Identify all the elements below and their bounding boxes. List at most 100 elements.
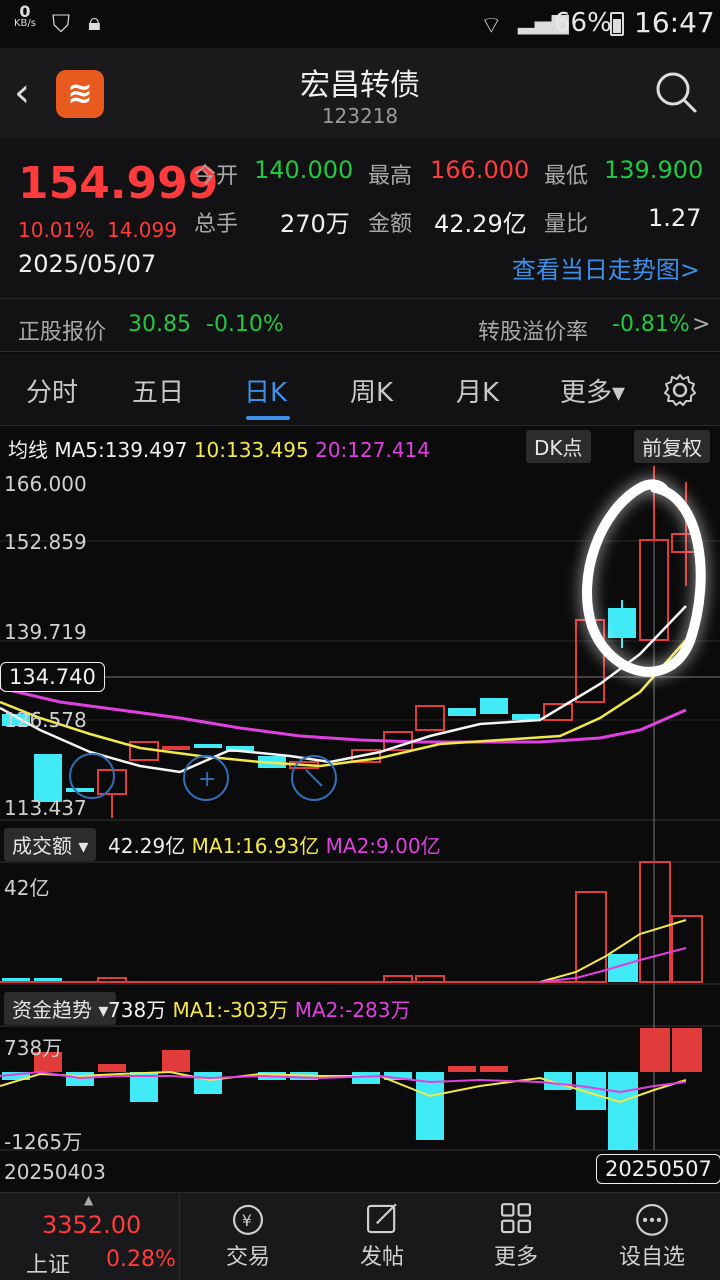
flow-bar: [162, 1050, 190, 1072]
flow-bar: [480, 1066, 508, 1072]
open-label: 今开: [194, 164, 239, 189]
lock-icon: 🔒︎: [88, 8, 101, 36]
shield-icon: ⛉: [52, 10, 70, 38]
tab-monthly-k[interactable]: 月K: [456, 372, 499, 409]
tab-more[interactable]: 更多▾: [560, 372, 625, 409]
volume-ma1: MA1:16.93亿: [191, 834, 320, 858]
tab-daily-k[interactable]: 日K: [244, 372, 287, 409]
volume-value: 270万: [280, 210, 350, 238]
page-title: 宏昌转债: [300, 68, 420, 103]
battery-icon: [610, 12, 624, 36]
caret-up-icon: ▲: [84, 1193, 94, 1207]
gear-icon[interactable]: [662, 372, 698, 408]
flow-bar: [672, 1028, 702, 1072]
tab-weekly-k[interactable]: 周K: [350, 372, 393, 409]
quote-panel: 154.999 10.01% 14.099 2025/05/07 今开 140.…: [0, 138, 720, 352]
candle: [66, 788, 94, 792]
high-label: 最高: [368, 164, 413, 189]
ma20-line: [0, 686, 687, 744]
change-percent: 10.01%: [18, 218, 95, 242]
battery-percent: 66%: [554, 8, 612, 38]
crosshair-date-badge: 20250507: [596, 1154, 720, 1184]
flow-bar: [98, 1064, 126, 1072]
intraday-chart-link[interactable]: 查看当日走势图>: [512, 250, 700, 285]
stock-change-value: -0.10%: [206, 312, 284, 337]
amount-label: 金额: [368, 212, 413, 237]
volume-bar: [639, 861, 671, 983]
network-speed-value: 0: [19, 2, 31, 21]
volume-legend: 42.29亿 MA1:16.93亿 MA2:9.00亿: [108, 830, 441, 859]
search-icon[interactable]: [654, 70, 698, 114]
svg-text:¥: ¥: [242, 1211, 252, 1230]
edit-icon: [367, 1203, 397, 1234]
annotation-circle: [582, 479, 706, 677]
flow-bar: [352, 1072, 380, 1084]
flow-indicator-selector[interactable]: 资金趋势 ▾: [4, 992, 117, 1025]
tab-intraday[interactable]: 分时: [26, 372, 78, 409]
flow-ma2: MA2:-283万: [294, 998, 411, 1022]
flow-bar: [608, 1072, 638, 1150]
kline-chart[interactable]: 均线 MA5:139.497 10:133.495 20:127.414 DK点…: [0, 426, 720, 1192]
candle: [97, 769, 127, 795]
clock: 16:47: [634, 6, 715, 39]
nav-post-button[interactable]: 发帖: [324, 1193, 440, 1280]
chart-svg: +: [0, 466, 720, 1151]
volume-axis-label: 42亿: [4, 876, 50, 900]
price-change: 10.01% 14.099: [18, 218, 177, 242]
index-value: 3352.00: [42, 1211, 142, 1239]
premium-value[interactable]: -0.81%: [612, 312, 690, 337]
divider: [0, 298, 720, 299]
flow-axis-bottom: -1265万: [4, 1130, 83, 1154]
candle: [415, 705, 445, 731]
network-speed-unit: KB/s: [14, 18, 36, 29]
tab-five-day[interactable]: 五日: [132, 372, 184, 409]
volume-value: 42.29亿: [108, 834, 186, 858]
axis-label-price: 126.578: [4, 708, 87, 732]
index-name: 上证: [26, 1253, 71, 1278]
change-amount: 14.099: [106, 218, 177, 242]
tab-active-indicator: [246, 416, 290, 420]
ratio-value: 1.27: [648, 204, 702, 232]
premium-label[interactable]: 转股溢价率: [478, 314, 588, 346]
security-code: 123218: [321, 104, 399, 128]
high-value: 166.000: [430, 156, 530, 184]
header: ‹ ≋ 宏昌转债 123218: [0, 48, 720, 138]
volume-indicator-selector[interactable]: 成交额 ▾: [4, 828, 97, 861]
candle: [34, 754, 62, 802]
flow-bar: [640, 1028, 670, 1072]
volume-bars: [0, 861, 703, 983]
network-speed: 0 KB/s: [14, 2, 36, 30]
nav-trade-button[interactable]: ¥ 交易: [190, 1193, 306, 1280]
low-value: 139.900: [604, 156, 704, 184]
volume-ma2: MA2:9.00亿: [325, 834, 441, 858]
bottom-bar: ▲ 3352.00 上证 0.28% ¥ 交易 发帖 更多 设自选: [0, 1192, 720, 1280]
period-tabs: 分时 五日 日K 周K 月K 更多▾: [0, 354, 720, 426]
open-value: 140.000: [254, 156, 354, 184]
candle: [162, 746, 190, 750]
date-start: 20250403: [4, 1160, 106, 1184]
nav-watchlist-label: 设自选: [618, 1245, 685, 1270]
index-change: 0.28%: [106, 1247, 176, 1272]
flow-bar: [448, 1066, 476, 1072]
crosshair-price-badge: 134.740: [0, 662, 105, 692]
axis-label-price: 152.859: [4, 530, 87, 554]
candle: [448, 708, 476, 716]
axis-label-price: 139.719: [4, 620, 87, 644]
grid-icon: [501, 1203, 531, 1234]
volume-bar: [671, 915, 703, 983]
nav-more-button[interactable]: 更多: [458, 1193, 574, 1280]
quote-date: 2025/05/07: [18, 250, 157, 278]
low-label: 最低: [544, 164, 589, 189]
candle: [543, 703, 573, 721]
candle: [480, 698, 508, 714]
volume-label: 总手: [194, 212, 239, 237]
axis-label-price: 166.000: [4, 472, 87, 496]
nav-trade-label: 交易: [225, 1245, 270, 1270]
index-ticker[interactable]: ▲ 3352.00 上证 0.28%: [0, 1193, 180, 1280]
flow-axis-top: 738万: [4, 1036, 63, 1060]
nav-watchlist-button[interactable]: 设自选: [594, 1193, 710, 1280]
flow-value: 738万: [108, 998, 167, 1022]
premium-arrow[interactable]: >: [692, 312, 710, 337]
nav-more-label: 更多: [493, 1245, 538, 1270]
stock-price-label: 正股报价: [18, 320, 107, 345]
